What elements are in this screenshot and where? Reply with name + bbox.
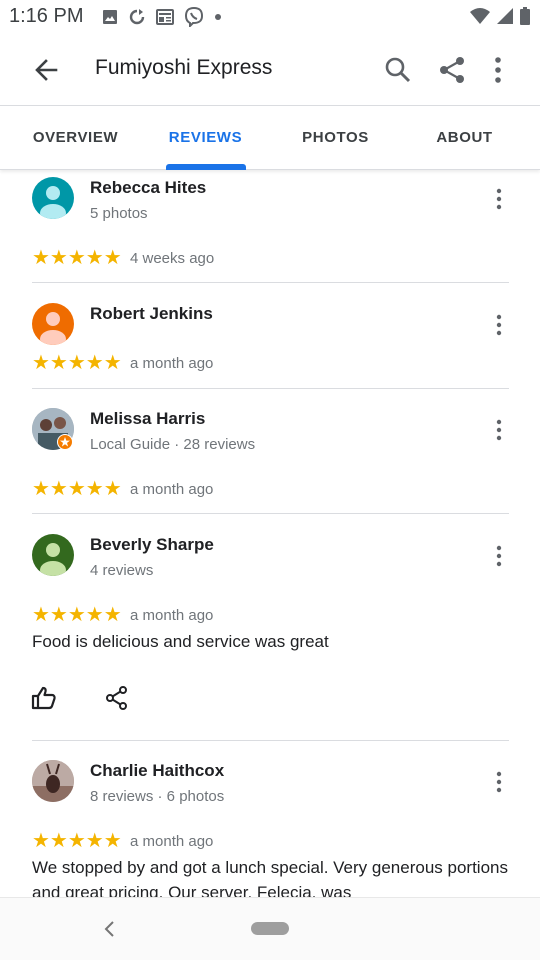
reviewer-meta: 5 photos xyxy=(90,205,148,222)
app-bar: Fumiyoshi Express xyxy=(0,34,540,106)
news-icon xyxy=(156,9,174,25)
tab-bar: OVERVIEW REVIEWS PHOTOS ABOUT xyxy=(0,106,540,170)
share-icon[interactable] xyxy=(436,54,468,86)
tab-overview[interactable]: OVERVIEW xyxy=(8,106,143,170)
system-nav-bar xyxy=(0,897,540,960)
search-icon[interactable] xyxy=(382,54,414,86)
status-time: 1:16 PM xyxy=(9,5,84,27)
back-arrow-icon[interactable] xyxy=(30,54,62,86)
more-vert-icon[interactable] xyxy=(484,54,512,86)
battery-icon xyxy=(520,7,530,25)
active-tab-indicator xyxy=(166,164,246,170)
dot-icon xyxy=(215,14,221,20)
avatar[interactable] xyxy=(32,534,74,576)
star-icon: ★★★★★ xyxy=(32,352,122,374)
star-icon: ★★★★★ xyxy=(32,604,122,626)
star-icon: ★★★★★ xyxy=(32,830,122,852)
star-icon: ★★★★★ xyxy=(32,247,122,269)
review-date: a month ago xyxy=(130,481,214,498)
review-date: 4 weeks ago xyxy=(130,250,215,267)
reviewer-name[interactable]: Charlie Haithcox xyxy=(90,761,224,781)
nav-home-pill[interactable] xyxy=(251,922,289,935)
viber-icon xyxy=(184,7,204,27)
image-icon xyxy=(103,10,117,24)
review-text: We stopped by and got a lunch special. V… xyxy=(32,858,508,897)
reviewer-name[interactable]: Robert Jenkins xyxy=(90,304,213,324)
nav-back-icon[interactable] xyxy=(100,918,120,940)
reviewer-meta: Local Guide · 28 reviews xyxy=(90,436,256,453)
more-vert-icon[interactable] xyxy=(492,418,506,442)
star-icon: ★★★★★ xyxy=(32,478,122,500)
star-rating: ★★★★★ xyxy=(32,353,122,373)
reviewer-meta: 8 reviews · 6 photos xyxy=(90,788,225,805)
divider xyxy=(32,388,509,389)
reviewer-name[interactable]: Rebecca Hites xyxy=(90,178,206,198)
reviewer-meta: 4 reviews xyxy=(90,562,154,579)
avatar[interactable] xyxy=(32,760,74,802)
local-guide-badge-icon xyxy=(57,434,73,450)
star-rating: ★★★★★ xyxy=(32,479,122,499)
reviewer-name[interactable]: Beverly Sharpe xyxy=(90,535,214,555)
share-icon[interactable] xyxy=(103,684,131,712)
divider xyxy=(32,513,509,514)
sync-icon xyxy=(129,9,145,25)
review-date: a month ago xyxy=(130,355,214,372)
avatar[interactable] xyxy=(32,303,74,345)
review-date: a month ago xyxy=(130,833,214,850)
signal-icon xyxy=(497,8,513,24)
wifi-icon xyxy=(470,8,490,24)
system-icons xyxy=(470,7,530,25)
divider xyxy=(32,740,509,741)
page-title: Fumiyoshi Express xyxy=(95,56,273,79)
more-vert-icon[interactable] xyxy=(492,187,506,211)
notification-icons xyxy=(102,7,222,27)
more-vert-icon[interactable] xyxy=(492,313,506,337)
thumb-up-icon[interactable] xyxy=(30,684,58,712)
more-vert-icon[interactable] xyxy=(492,770,506,794)
divider xyxy=(32,282,509,283)
avatar[interactable] xyxy=(32,177,74,219)
review-text: Food is delicious and service was great xyxy=(32,632,329,651)
star-rating: ★★★★★ xyxy=(32,605,122,625)
tab-photos[interactable]: PHOTOS xyxy=(268,106,403,170)
tab-reviews[interactable]: REVIEWS xyxy=(138,106,273,170)
star-rating: ★★★★★ xyxy=(32,831,122,851)
star-rating: ★★★★★ xyxy=(32,248,122,268)
reviewer-name[interactable]: Melissa Harris xyxy=(90,409,205,429)
reviews-list[interactable]: Rebecca Hites 5 photos ★★★★★ 4 weeks ago… xyxy=(0,171,540,897)
status-bar: 1:16 PM xyxy=(0,0,540,34)
tab-about[interactable]: ABOUT xyxy=(397,106,532,170)
more-vert-icon[interactable] xyxy=(492,544,506,568)
review-date: a month ago xyxy=(130,607,214,624)
